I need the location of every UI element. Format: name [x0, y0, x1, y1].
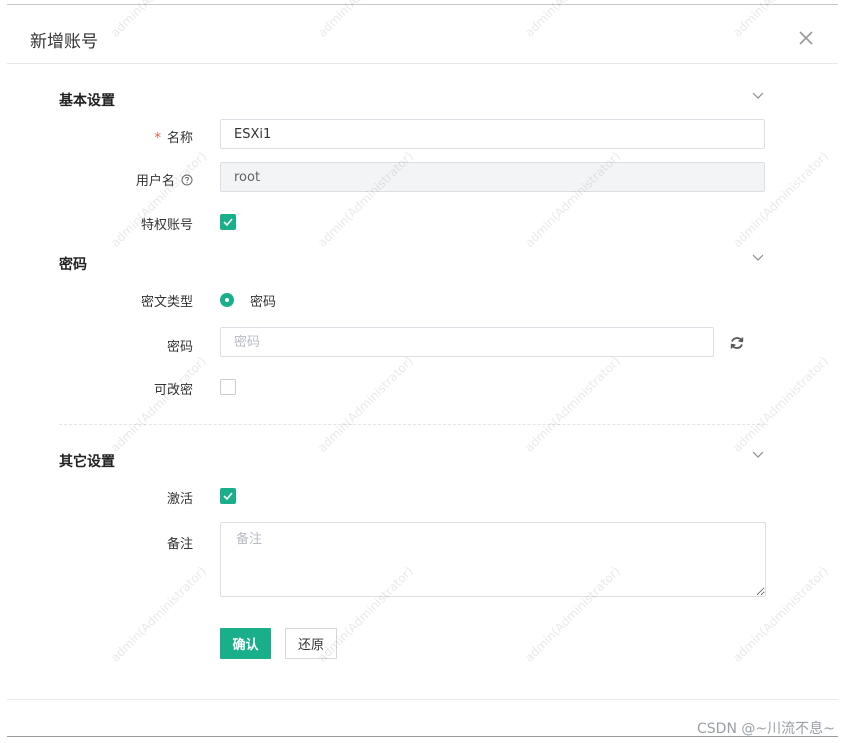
- remark-textarea[interactable]: [220, 522, 766, 597]
- reset-button[interactable]: 还原: [285, 628, 337, 659]
- close-icon[interactable]: [793, 25, 819, 51]
- name-label: * 名称: [7, 127, 193, 146]
- section-title-password: 密码: [59, 257, 87, 273]
- chevron-down-icon[interactable]: [751, 253, 765, 263]
- section-title-other: 其它设置: [59, 454, 115, 470]
- chevron-down-icon[interactable]: [751, 450, 765, 460]
- section-title-basic: 基本设置: [59, 93, 115, 109]
- changeable-checkbox[interactable]: [220, 379, 236, 395]
- cipher-type-option-label[interactable]: 密码: [250, 291, 276, 310]
- cipher-type-label: 密文类型: [140, 295, 193, 310]
- name-input[interactable]: [220, 119, 765, 149]
- confirm-button[interactable]: 确认: [220, 628, 271, 659]
- section-divider: [59, 424, 765, 425]
- active-label: 激活: [166, 492, 193, 507]
- dialog-header: 新增账号: [7, 5, 838, 64]
- refresh-icon[interactable]: [729, 335, 745, 351]
- privileged-checkbox[interactable]: [220, 214, 236, 230]
- add-account-dialog: 新增账号 基本设置 * 名称 用户名 特权账号 密码 密文类型 密码 密码 可改密…: [7, 4, 838, 737]
- dialog-footer-divider: [7, 699, 838, 700]
- username-label: 用户名: [7, 170, 193, 189]
- password-label: 密码: [166, 340, 193, 355]
- username-label-text: 用户名: [135, 174, 175, 189]
- changeable-label: 可改密: [153, 383, 193, 398]
- required-mark: *: [154, 131, 161, 146]
- password-input[interactable]: [220, 327, 714, 357]
- check-icon: [223, 492, 233, 501]
- question-circle-icon[interactable]: [181, 174, 193, 186]
- dialog-title: 新增账号: [30, 32, 98, 52]
- privileged-label: 特权账号: [140, 218, 193, 233]
- chevron-down-icon[interactable]: [751, 91, 765, 101]
- active-checkbox[interactable]: [220, 488, 236, 504]
- check-icon: [223, 218, 233, 227]
- cipher-type-radio[interactable]: [220, 293, 234, 307]
- username-input[interactable]: [220, 162, 765, 192]
- name-label-text: 名称: [166, 131, 193, 146]
- remark-label: 备注: [166, 537, 193, 552]
- csdn-credit: CSDN @~川流不息~: [697, 721, 835, 737]
